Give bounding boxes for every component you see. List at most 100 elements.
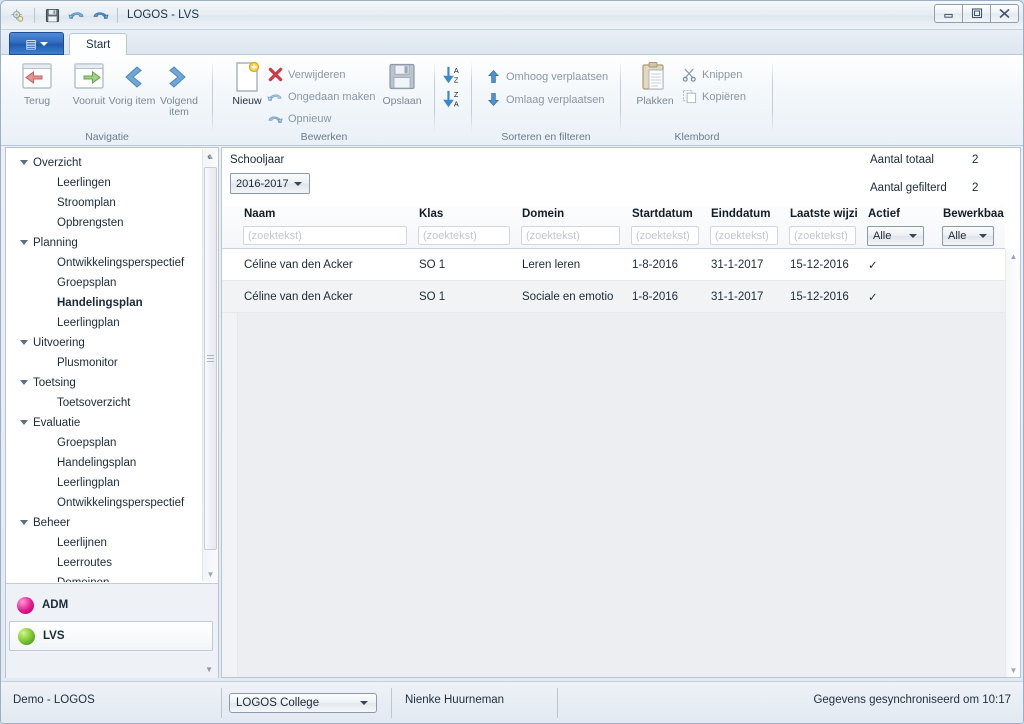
sidebar-item-toetsoverzicht[interactable]: Toetsoverzicht <box>6 393 202 413</box>
table-cell-domein: Sociale en emotio <box>522 291 614 303</box>
sidebar-item-beheer[interactable]: Beheer <box>6 513 202 533</box>
column-header-label[interactable]: Startdatum <box>632 208 703 220</box>
scrollbar-thumb[interactable] <box>204 167 217 550</box>
sidebar-item-groepsplan[interactable]: Groepsplan <box>6 273 202 293</box>
sidebar-item-ontwikkelingsperspectief[interactable]: Ontwikkelingsperspectief <box>6 493 202 513</box>
redo-icon[interactable] <box>90 5 110 25</box>
table-row[interactable]: Céline van den Acker SO 1 Leren leren 1-8-2… <box>222 249 1005 281</box>
sidebar-scrollbar[interactable]: ▲ ▼ <box>202 149 217 581</box>
maximize-button[interactable] <box>962 4 991 23</box>
ribbon-button-opnieuw[interactable]: Opnieuw <box>265 108 331 129</box>
ribbon-button-ongedaan-maken[interactable]: Ongedaan maken <box>265 86 375 107</box>
sidebar-item-opbrengsten[interactable]: Opbrengsten <box>6 213 202 233</box>
ribbon-button-label: Plakken <box>636 95 674 107</box>
expand-arrow-icon[interactable] <box>20 379 29 388</box>
sidebar-item-overzicht[interactable]: Overzicht <box>6 153 202 173</box>
scroll-down-icon[interactable]: ▼ <box>203 567 218 581</box>
sidebar-item-groepsplan[interactable]: Groepsplan <box>6 433 202 453</box>
scroll-up-icon[interactable]: ▲ <box>1006 249 1021 263</box>
expand-arrow-icon[interactable] <box>20 519 29 528</box>
sidebar-item-leerlingplan[interactable]: Leerlingplan <box>6 473 202 493</box>
ribbon-button-omlaag-verplaatsen[interactable]: Omlaag verplaatsen <box>483 89 604 110</box>
sidebar-item-leerlingen[interactable]: Leerlingen <box>6 173 202 193</box>
grid-header: Naam (zoektekst) Klas (zoektekst) Domein (zoe… <box>222 205 1005 249</box>
group-divider <box>772 61 773 133</box>
app-settings-icon[interactable] <box>7 5 27 25</box>
sidebar-item-planning[interactable]: Planning <box>6 233 202 253</box>
sidebar-collapse-icon[interactable]: ‹ <box>202 150 216 164</box>
sidebar-item-plusmonitor[interactable]: Plusmonitor <box>6 353 202 373</box>
scroll-down-icon[interactable]: ▼ <box>1006 663 1021 677</box>
module-expand-icon[interactable]: ▼ <box>205 665 213 674</box>
ribbon-group-title: Navigatie <box>85 131 129 143</box>
module-item-lvs[interactable]: LVS <box>9 621 213 651</box>
sidebar-item-handelingsplan[interactable]: Handelingsplan <box>6 293 202 313</box>
column-header-label[interactable]: Einddatum <box>711 208 782 220</box>
arrow-up-icon <box>485 69 501 85</box>
expand-arrow-icon[interactable] <box>20 419 29 428</box>
minimize-button[interactable] <box>934 4 963 23</box>
undo-icon[interactable] <box>66 5 86 25</box>
sort-descending-icon[interactable]: Z A <box>443 89 463 114</box>
sidebar-item-evaluatie[interactable]: Evaluatie <box>6 413 202 433</box>
svg-text:A: A <box>454 66 459 75</box>
application-menu-button[interactable]: ▤ <box>9 32 64 55</box>
expand-arrow-icon[interactable] <box>20 339 29 348</box>
window-title: LOGOS - LVS <box>127 9 200 21</box>
sort-ascending-icon[interactable]: A Z <box>443 65 463 90</box>
ribbon-button-verwijderen[interactable]: Verwijderen <box>265 64 345 85</box>
ribbon-button-volgend-item[interactable]: Volgend item <box>153 60 205 128</box>
save-icon[interactable] <box>42 5 62 25</box>
column-header-label[interactable]: Actief <box>868 208 935 220</box>
column-filter-input[interactable]: (zoektekst) <box>789 226 856 245</box>
table-row[interactable]: Céline van den Acker SO 1 Sociale en emoti… <box>222 281 1005 313</box>
sidebar-item-label: Opbrengsten <box>57 217 124 229</box>
sidebar-item-handelingsplan[interactable]: Handelingsplan <box>6 453 202 473</box>
module-item-adm[interactable]: ADM <box>9 590 213 620</box>
ribbon-button-vorig-item[interactable]: Vorig item <box>106 60 158 128</box>
sidebar-item-leerroutes[interactable]: Leerroutes <box>6 553 202 573</box>
sidebar-item-leerlijnen[interactable]: Leerlijnen <box>6 533 202 553</box>
sidebar-item-leerlingplan[interactable]: Leerlingplan <box>6 313 202 333</box>
ribbon-button-plakken[interactable]: Plakken <box>629 60 681 128</box>
expand-arrow-icon[interactable] <box>20 239 29 248</box>
column-filter-select[interactable]: Alle <box>942 226 994 246</box>
sidebar-item-label: Groepsplan <box>57 437 117 449</box>
tab-start[interactable]: Start <box>69 33 128 55</box>
column-filter-input[interactable]: (zoektekst) <box>710 226 778 245</box>
ribbon-button-opslaan[interactable]: Opslaan <box>376 60 428 128</box>
sidebar-item-stroomplan[interactable]: Stroomplan <box>6 193 202 213</box>
grid-scrollbar[interactable]: ▲ ▼ <box>1005 249 1020 677</box>
sidebar-item-label: Stroomplan <box>57 197 116 209</box>
ribbon-button-omhoog-verplaatsen[interactable]: Omhoog verplaatsen <box>483 66 608 87</box>
copy-icon <box>681 89 697 105</box>
column-header-label[interactable]: Domein <box>522 208 624 220</box>
sidebar-item-label: Ontwikkelingsperspectief <box>57 497 185 509</box>
sidebar-item-toetsing[interactable]: Toetsing <box>6 373 202 393</box>
ribbon-button-label: Opslaan <box>382 95 422 107</box>
column-header-label[interactable]: Laatste wijzi <box>790 208 860 220</box>
column-filter-input[interactable]: (zoektekst) <box>521 226 620 245</box>
expand-arrow-icon[interactable] <box>20 159 29 168</box>
column-header-label[interactable]: Klas <box>419 208 514 220</box>
chevron-right-icon <box>164 60 194 94</box>
column-header-label[interactable]: Bewerkbaa <box>943 208 1005 220</box>
column-filter-select[interactable]: Alle <box>867 226 924 246</box>
grid-column-startdatum: Startdatum (zoektekst) <box>626 205 705 249</box>
close-button[interactable] <box>990 4 1019 23</box>
ribbon-button-terug[interactable]: Terug <box>11 60 63 128</box>
school-select[interactable]: LOGOS College <box>229 693 377 713</box>
ribbon-group-sorteren-filteren: A Z Z A Omhoog verplaatsen Omlaag verpla… <box>435 55 621 146</box>
sidebar-item-domeinen[interactable]: Domeinen <box>6 573 202 582</box>
schoolyear-select[interactable]: 2016-2017 <box>230 173 310 194</box>
ribbon-button-knippen[interactable]: Knippen <box>679 64 742 85</box>
column-filter-input[interactable]: (zoektekst) <box>243 226 407 245</box>
grid-column-klas: Klas (zoektekst) <box>413 205 516 249</box>
sidebar-item-ontwikkelingsperspectief[interactable]: Ontwikkelingsperspectief <box>6 253 202 273</box>
sidebar-item-uitvoering[interactable]: Uitvoering <box>6 333 202 353</box>
ribbon-button-kopieren[interactable]: Kopiëren <box>679 86 746 107</box>
column-filter-input[interactable]: (zoektekst) <box>631 226 699 245</box>
user-label: Nienke Huurneman <box>405 694 505 706</box>
column-header-label[interactable]: Naam <box>244 208 411 220</box>
column-filter-input[interactable]: (zoektekst) <box>418 226 510 245</box>
